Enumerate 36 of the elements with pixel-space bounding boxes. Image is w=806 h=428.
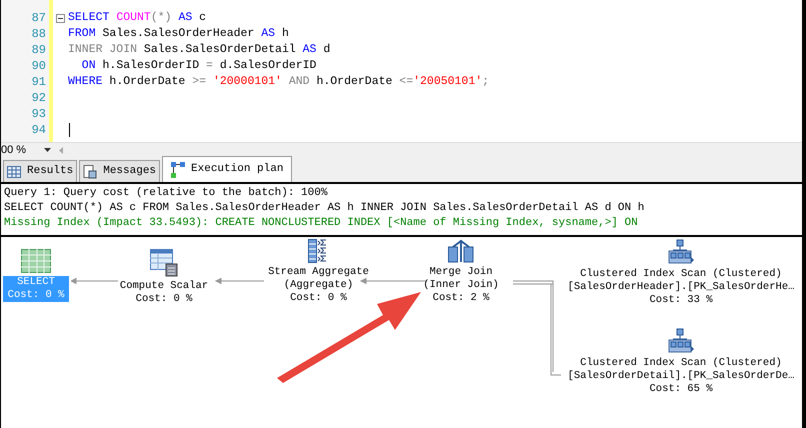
line-number: 87 (32, 10, 46, 26)
code-line: WHERE h.OrderDate >= '20000101' AND h.OrderDate <='20050101'; (68, 74, 490, 90)
line-number: 90 (32, 58, 46, 74)
line-number: 89 (32, 42, 46, 58)
tab[interactable]: Results (3, 160, 78, 182)
line-number: 93 (32, 106, 46, 122)
plan-node-label[interactable]: Clustered Index Scan (Clustered) [SalesOrderHeader].[PK_SalesOrderHe… Cost: 33 % (566, 268, 796, 307)
query-cost-text: Query 1: Query cost (relative to the batch): 100% (4, 186, 328, 201)
grid-icon (7, 166, 21, 178)
plan-node-label[interactable]: Clustered Index Scan (Clustered) [SalesOrderDetail].[PK_SalesOrderDe… Cost: 65 % (566, 357, 796, 396)
hierarchy-icon (668, 328, 694, 354)
table-icon (21, 249, 51, 273)
hierarchy-icon (668, 239, 694, 265)
line-number: 92 (32, 90, 46, 106)
plan-node-label[interactable]: Stream Aggregate (Aggregate) Cost: 0 % (266, 266, 371, 305)
line-number: 88 (32, 26, 46, 42)
collapse-icon[interactable] (56, 14, 65, 22)
tab[interactable]: Execution plan (162, 156, 292, 182)
code-line: INNER JOIN Sales.SalesOrderDetail AS d (68, 42, 330, 58)
tab[interactable]: Messages (79, 160, 160, 182)
query-statement: SELECT COUNT(*) AS c FROM Sales.SalesOrderHeader AS h INNER JOIN Sales.SalesOrderDetail AS d ON h (4, 201, 646, 216)
document-icon (83, 164, 98, 178)
line-number: 94 (32, 122, 46, 138)
text-cursor (69, 123, 70, 137)
code-line: ON h.SalesOrderID = d.SalesOrderID (80, 58, 316, 74)
line-number: 91 (32, 74, 46, 90)
code-line: FROM Sales.SalesOrderHeader AS h (68, 26, 289, 42)
zoom-dropdown[interactable]: 00 % (1, 142, 53, 158)
plan-node-label[interactable]: Merge Join (Inner Join) Cost: 2 % (421, 266, 501, 305)
caret-icon (44, 148, 51, 152)
code-line: SELECT COUNT(*) AS c (68, 10, 206, 26)
plan-node-label[interactable]: Compute Scalar Cost: 0 % (118, 280, 210, 306)
table-calculator-icon (150, 249, 178, 277)
join-icon (448, 239, 474, 263)
plan-icon (171, 162, 186, 178)
missing-index-text[interactable]: Missing Index (Impact 33.5493): CREATE NONCLUSTERED INDEX [<Name of Missing Index, sysname,>] ON (4, 216, 802, 231)
